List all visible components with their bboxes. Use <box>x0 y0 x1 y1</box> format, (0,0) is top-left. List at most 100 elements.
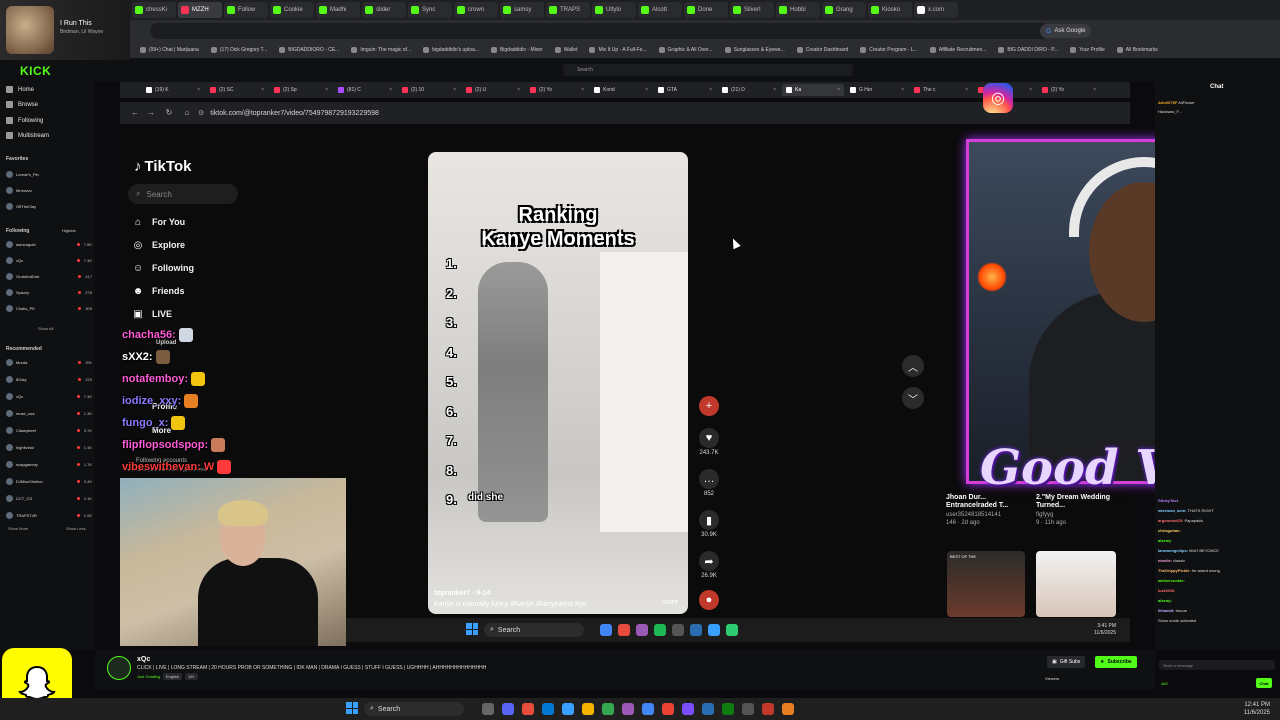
nav-following[interactable]: Following <box>6 117 43 124</box>
app5-icon[interactable] <box>742 703 754 715</box>
related-video-2[interactable]: 2."My Dream Wedding Turned... figfyyg 9 … <box>1036 494 1118 526</box>
outer-tab[interactable]: x.com <box>914 2 958 18</box>
app-icon[interactable] <box>672 624 684 636</box>
inner-tab[interactable]: The c × <box>910 84 972 96</box>
outer-tab[interactable]: Cookie <box>270 2 314 18</box>
show-all-link[interactable]: Show All <box>38 326 53 331</box>
inner-tab[interactable]: (81) C × <box>334 84 396 96</box>
nav-multistream[interactable]: Multistream <box>6 132 49 139</box>
following-sort[interactable]: Highest <box>62 228 76 233</box>
show-more-link[interactable]: Show More <box>8 526 28 531</box>
chat-username[interactable]: chrisgohav: <box>1158 528 1181 533</box>
outer-tab[interactable]: crown <box>454 2 498 18</box>
store-icon[interactable] <box>562 703 574 715</box>
windows-start-icon[interactable] <box>346 702 358 714</box>
home-icon[interactable]: ⌂ <box>182 107 192 117</box>
sidebar-channel[interactable]: OffTheClay <box>6 200 92 212</box>
inner-tab[interactable]: G Her × <box>846 84 908 96</box>
bookmark-item[interactable]: Graphic & All Over... <box>658 47 713 53</box>
bookmark-item[interactable]: Bigdaddidio - Mixer <box>490 47 543 53</box>
sidebar-channel[interactable]: xQc 7.4K <box>6 254 92 266</box>
inner-taskbar-search[interactable]: ⌕ Search <box>484 623 584 637</box>
bookmark-item[interactable]: Sunglasses & Eyewe... <box>724 47 785 53</box>
bookmark-item[interactable]: bigdaddidio's uploa... <box>423 47 479 53</box>
tab-close-icon[interactable]: × <box>517 87 520 93</box>
tab-close-icon[interactable]: × <box>1029 87 1032 93</box>
bookmark-item[interactable]: (17) Dick Gregory T... <box>210 47 267 53</box>
app4-icon[interactable] <box>682 703 694 715</box>
tab-close-icon[interactable]: × <box>389 87 392 93</box>
back-icon[interactable]: ← <box>130 107 140 117</box>
steam-icon[interactable] <box>690 624 702 636</box>
chat-points[interactable]: 460 <box>1161 681 1168 686</box>
outer-tab[interactable]: chessKi <box>132 2 176 18</box>
app-icon[interactable] <box>602 703 614 715</box>
related-thumb-2[interactable] <box>1036 551 1116 617</box>
inner-tab[interactable]: (19) K × <box>142 84 204 96</box>
sidebar-channel[interactable]: highfivelol 1.4K <box>6 441 92 453</box>
tiktok-video-player[interactable]: Ranking Kanye Moments 1. 2. 3. 4. 5. 6. 7. 8. 9.… <box>428 152 688 614</box>
tiktok-nav-following[interactable]: ☺ Following <box>132 262 194 274</box>
subscribe-button[interactable]: ★ Subscribe <box>1095 656 1137 668</box>
bookmark-item[interactable]: Mix It Up - A Full-Fe... <box>589 47 647 53</box>
steam-icon[interactable] <box>702 703 714 715</box>
sidebar-channel[interactable]: muse_usa 1.3K <box>6 407 92 419</box>
spotify-icon[interactable] <box>654 624 666 636</box>
bookmark-item[interactable]: BIGDADDIORO - CE... <box>279 47 339 53</box>
browser-icon[interactable] <box>618 624 630 636</box>
outer-tab[interactable]: Grang <box>822 2 866 18</box>
bookmark-item[interactable]: All Bookmarks <box>1116 47 1158 53</box>
scroll-down-button[interactable]: ﹀ <box>902 387 924 409</box>
tiktok-nav-for-you[interactable]: ⌂ For You <box>132 216 185 228</box>
inner-tab[interactable]: Ka × <box>782 84 844 96</box>
chat-send-button[interactable]: Chat <box>1256 678 1272 688</box>
sidebar-channel[interactable]: Spazzy 278 <box>6 286 92 298</box>
inner-tab[interactable]: (2) U × <box>462 84 524 96</box>
inner-tab[interactable]: (2) SC × <box>206 84 268 96</box>
reload-icon[interactable]: ↻ <box>164 107 174 117</box>
chat-username[interactable]: lanewengchips: <box>1158 548 1188 553</box>
ask-google-button[interactable]: G Ask Google <box>1040 24 1092 38</box>
save-button[interactable]: ▮ 30.9K <box>697 510 721 538</box>
outer-tab[interactable]: samsy <box>500 2 544 18</box>
author-avatar[interactable]: + <box>697 396 721 416</box>
bookmark-item[interactable]: Imguin: The magic of... <box>351 47 411 53</box>
windows-start-icon[interactable] <box>466 623 478 635</box>
sidebar-channel[interactable]: Classybeef 3.7K <box>6 424 92 436</box>
nav-home[interactable]: Home <box>6 86 34 93</box>
task-view-icon[interactable] <box>482 703 494 715</box>
sidebar-channel[interactable]: CCT_CS 2.1K <box>6 492 92 504</box>
tab-close-icon[interactable]: × <box>261 87 264 93</box>
chrome-icon[interactable] <box>642 703 654 715</box>
kick-logo[interactable]: KICK <box>20 64 51 78</box>
sidebar-channel[interactable]: DJMissShelton 3.4K <box>6 475 92 487</box>
inner-url-field[interactable]: ⚙ tiktok.com/@topranker7/video/754979872… <box>198 106 1098 120</box>
files-icon[interactable] <box>708 624 720 636</box>
tab-close-icon[interactable]: × <box>837 87 840 93</box>
bookmark-item[interactable]: (99+) Chat | Marijuana <box>140 47 199 53</box>
share-button[interactable]: ➦ 26.9K <box>697 551 721 579</box>
chat-username[interactable]: Alto0075P <box>1158 100 1177 105</box>
forward-icon[interactable]: → <box>146 107 156 117</box>
related-video-1[interactable]: Jhoan Dur... Entrancelraded T... user352… <box>946 494 1028 526</box>
chat-username[interactable]: argonmod25: <box>1158 518 1183 523</box>
outer-tab[interactable]: Follow <box>224 2 268 18</box>
outer-tab[interactable]: slider <box>362 2 406 18</box>
sidebar-channel[interactable]: GrubAndDub 417 <box>6 270 92 282</box>
sidebar-channel[interactable]: asmongold 7.8K <box>6 238 92 250</box>
tab-close-icon[interactable]: × <box>581 87 584 93</box>
site-info-icon[interactable]: ⚙ <box>198 109 204 117</box>
sidebar-channel[interactable]: Lonnie's_Pin <box>6 168 92 180</box>
inner-tab[interactable]: (2) Yo × <box>1038 84 1100 96</box>
inner-tab[interactable]: (2) 10 × <box>398 84 460 96</box>
chat-username[interactable]: alsemj: <box>1158 538 1172 543</box>
sidebar-channel[interactable]: Mmmzzz <box>6 184 92 196</box>
tab-close-icon[interactable]: × <box>645 87 648 93</box>
app2-icon[interactable] <box>622 703 634 715</box>
related-thumb-1[interactable]: BEST OF THE <box>947 551 1025 617</box>
bookmark-item[interactable]: Creator Dashboard <box>796 47 848 53</box>
inner-tab[interactable]: GTA × <box>654 84 716 96</box>
show-less-link[interactable]: Show Less <box>66 526 86 531</box>
sidebar-channel[interactable]: 8Osty 229 <box>6 373 92 385</box>
streamer-avatar[interactable] <box>107 656 131 680</box>
